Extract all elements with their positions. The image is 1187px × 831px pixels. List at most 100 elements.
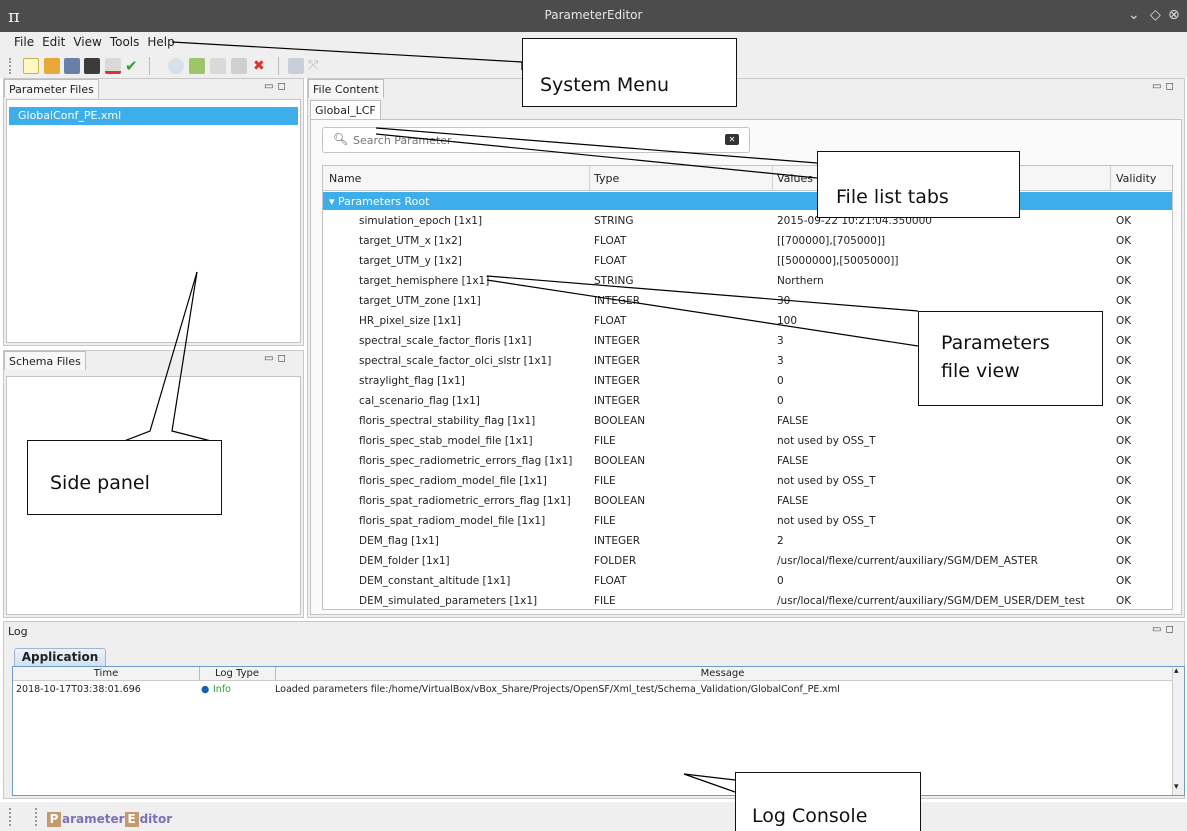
scroll-up-icon[interactable]: ▴	[1174, 666, 1179, 676]
view-icon[interactable]	[168, 58, 184, 74]
log-column-type[interactable]: Log Type	[199, 668, 275, 679]
param-name: DEM_folder [1x1]	[359, 555, 450, 567]
param-type: BOOLEAN	[594, 415, 646, 427]
param-type: STRING	[594, 275, 634, 287]
new-file-icon[interactable]	[23, 58, 39, 74]
param-type: INTEGER	[594, 375, 641, 387]
table-row[interactable]: DEM_flag [1x1] INTEGER 2 OK	[323, 531, 1172, 551]
tab-global-lcf[interactable]: Global_LCF	[310, 100, 381, 119]
table-row[interactable]: floris_spectral_stability_flag [1x1] BOOL…	[323, 411, 1172, 431]
copy-icon[interactable]	[210, 58, 226, 74]
param-value: FALSE	[777, 415, 809, 427]
menu-edit[interactable]: Edit	[38, 32, 69, 49]
maximize-icon[interactable]: ◇	[1150, 7, 1161, 23]
callout-system-menu: System Menu	[522, 38, 737, 107]
table-row[interactable]: simulation_epoch [1x1] STRING 2015-09-22 1…	[323, 211, 1172, 231]
table-row[interactable]: DEM_constant_altitude [1x1] FLOAT 0 OK	[323, 571, 1172, 591]
param-validity: OK	[1116, 515, 1132, 527]
param-value: /usr/local/flexe/current/auxiliary/SGM/D…	[777, 595, 1085, 607]
panel-window-buttons[interactable]: ▭◻	[264, 81, 290, 92]
tree-icon[interactable]	[189, 58, 205, 74]
tab-log[interactable]: Log	[4, 622, 32, 641]
param-type: FILE	[594, 475, 616, 487]
param-type: FOLDER	[594, 555, 637, 567]
param-name: floris_spec_stab_model_file [1x1]	[359, 435, 533, 447]
param-validity: OK	[1116, 535, 1132, 547]
delete-icon[interactable]: ✖	[253, 58, 269, 74]
param-value: [[5000000],[5005000]]	[777, 255, 899, 267]
minimize-icon[interactable]: ⌄	[1128, 7, 1140, 23]
menu-view[interactable]: View	[69, 32, 105, 49]
log-scrollbar[interactable]: ▴ ▾	[1172, 666, 1184, 795]
menu-file[interactable]: File	[10, 32, 38, 49]
parameter-editor-logo: Parameter Editor	[47, 812, 172, 827]
column-header-type[interactable]: Type	[594, 172, 619, 185]
table-row[interactable]: floris_spec_radiometric_errors_flag [1x1…	[323, 451, 1172, 471]
table-row[interactable]: target_hemisphere [1x1] STRING Northern OK	[323, 271, 1172, 291]
table-row[interactable]: floris_spec_radiom_model_file [1x1] FILE n…	[323, 471, 1172, 491]
expand-arrow-icon[interactable]: ▾	[329, 195, 335, 208]
tab-file-content[interactable]: File Content	[308, 79, 384, 98]
param-validity: OK	[1116, 315, 1132, 327]
root-label: Parameters Root	[338, 195, 430, 208]
tab-application[interactable]: Application	[14, 648, 106, 666]
save-icon[interactable]	[64, 58, 80, 74]
callout-file-list-tabs: File list tabs	[817, 151, 1020, 218]
column-header-validity[interactable]: Validity	[1116, 172, 1156, 185]
import-icon[interactable]	[288, 58, 304, 74]
param-name: floris_spec_radiom_model_file [1x1]	[359, 475, 547, 487]
info-icon: ●	[201, 684, 210, 695]
param-type: FILE	[594, 435, 616, 447]
log-column-time[interactable]: Time	[13, 668, 199, 679]
toolbar-grip[interactable]	[9, 58, 11, 74]
panel-window-buttons[interactable]: ▭◻	[1152, 81, 1178, 92]
param-value: 2	[777, 535, 784, 547]
log-time: 2018-10-17T03:38:01.696	[16, 684, 141, 695]
table-row[interactable]: target_UTM_y [1x2] FLOAT [[5000000],[50050…	[323, 251, 1172, 271]
log-message: Loaded parameters file:/home/VirtualBox/…	[275, 684, 840, 695]
param-name: target_UTM_x [1x2]	[359, 235, 462, 247]
param-name: straylight_flag [1x1]	[359, 375, 465, 387]
param-validity: OK	[1116, 355, 1132, 367]
list-item-param-file[interactable]: GlobalConf_PE.xml	[9, 107, 298, 125]
param-validity: OK	[1116, 395, 1132, 407]
tab-schema-files[interactable]: Schema Files	[4, 351, 86, 370]
param-name: target_UTM_y [1x2]	[359, 255, 462, 267]
open-folder-icon[interactable]	[44, 58, 60, 74]
param-type: FLOAT	[594, 235, 627, 247]
panel-window-buttons[interactable]: ▭◻	[1152, 624, 1178, 635]
paste-icon[interactable]	[231, 58, 247, 74]
table-row[interactable]: target_UTM_x [1x2] FLOAT [[700000],[705000…	[323, 231, 1172, 251]
param-name: target_hemisphere [1x1]	[359, 275, 490, 287]
table-row[interactable]: floris_spec_stab_model_file [1x1] FILE not…	[323, 431, 1172, 451]
graph-icon[interactable]: ⤧	[308, 58, 324, 74]
table-row[interactable]: DEM_folder [1x1] FOLDER/usr/local/flexe/c…	[323, 551, 1172, 571]
table-row[interactable]: target_UTM_zone [1x1] INTEGER 30 OK	[323, 291, 1172, 311]
table-row[interactable]: floris_spat_radiometric_errors_flag [1x1…	[323, 491, 1172, 511]
table-row[interactable]: DEM_simulated_parameters [1x1] FILE/usr/l…	[323, 591, 1172, 609]
param-validity: OK	[1116, 575, 1132, 587]
table-row[interactable]: floris_spat_radiom_model_file [1x1] FILE n…	[323, 511, 1172, 531]
param-validity: OK	[1116, 415, 1132, 427]
menu-tools[interactable]: Tools	[106, 32, 144, 49]
save-as-icon[interactable]	[84, 58, 100, 74]
column-header-name[interactable]: Name	[329, 172, 361, 185]
menu-help[interactable]: Help	[143, 32, 178, 49]
param-validity: OK	[1116, 335, 1132, 347]
log-column-message[interactable]: Message	[275, 668, 1170, 679]
panel-window-buttons[interactable]: ▭◻	[264, 353, 290, 364]
validate-icon[interactable]: ✔	[125, 58, 141, 74]
param-name: DEM_constant_altitude [1x1]	[359, 575, 511, 587]
column-header-values[interactable]: Values	[777, 172, 813, 185]
param-value: not used by OSS_T	[777, 515, 876, 527]
search-input[interactable]	[353, 131, 733, 149]
clear-search-icon[interactable]: ✕	[725, 134, 739, 145]
param-validity: OK	[1116, 295, 1132, 307]
scroll-down-icon[interactable]: ▾	[1174, 782, 1179, 792]
param-type: INTEGER	[594, 295, 641, 307]
tab-parameter-files[interactable]: Parameter Files	[4, 79, 99, 98]
close-icon[interactable]: ⊗	[1168, 7, 1180, 23]
param-type: INTEGER	[594, 335, 641, 347]
close-file-icon[interactable]	[105, 58, 121, 74]
tree-root-row[interactable]: ▾ Parameters Root	[323, 192, 1172, 210]
